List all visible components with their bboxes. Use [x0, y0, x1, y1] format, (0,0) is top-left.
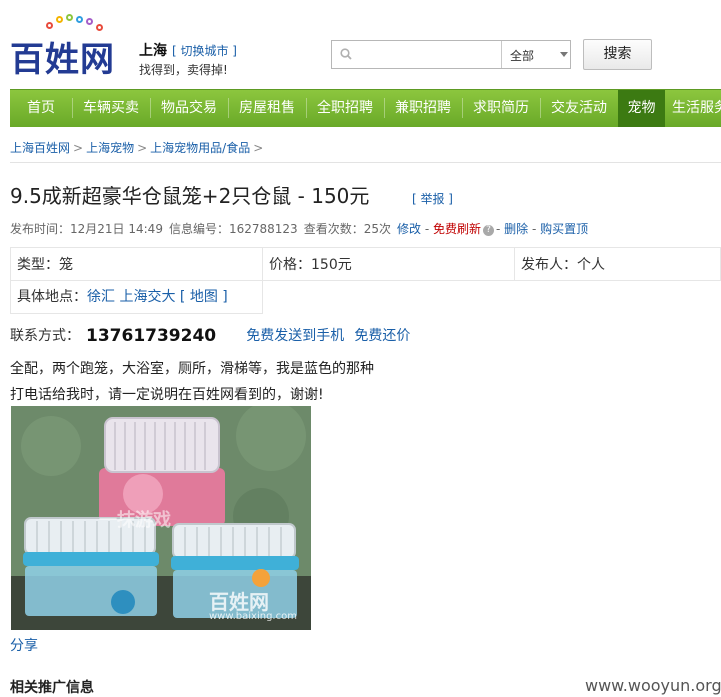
contact-label: 联系方式： — [10, 328, 80, 344]
free-refresh-link[interactable]: 免费刷新 — [433, 222, 481, 236]
listing-photo[interactable]: 一抹游戏 百姓网 www.baixing.com — [11, 406, 311, 630]
search-divider — [501, 41, 502, 68]
site-watermark: www.wooyun.org — [585, 676, 721, 695]
buy-top-link[interactable]: 购买置顶 — [540, 222, 588, 236]
type-cell: 类型：笼 — [10, 247, 263, 281]
location-district-link[interactable]: 徐汇 — [87, 289, 115, 305]
nav-item-housing[interactable]: 房屋租售 — [228, 90, 306, 127]
nav-item-services[interactable]: 生活服务 — [672, 90, 721, 127]
description-line: 全配，两个跑笼，大浴室，厕所，滑梯等，我是蓝色的那种 — [10, 361, 374, 377]
breadcrumb-separator: > — [73, 141, 84, 155]
share-link[interactable]: 分享 — [10, 635, 38, 655]
location-label: 具体地点： — [17, 289, 87, 305]
nav-item-resumes[interactable]: 求职简历 — [462, 90, 540, 127]
nav-item-pets[interactable]: 宠物 — [618, 90, 665, 127]
delete-link[interactable]: 删除 — [504, 222, 528, 236]
nav-item-fulltime-jobs[interactable]: 全职招聘 — [306, 90, 384, 127]
listing-meta: 发布时间：12月21日 14:49 信息编号：162788123 查看次数：25次修… — [10, 222, 589, 236]
views-label: 查看次数： — [303, 222, 364, 236]
listing-title: 9.5成新超豪华仓鼠笼+2只仓鼠 - 150元 — [10, 184, 370, 208]
logo-text: 百姓网 — [10, 40, 115, 80]
nav-item-social[interactable]: 交友活动 — [540, 90, 618, 127]
contact-row: 联系方式： 13761739240 免费发送到手机 免费还价 — [10, 325, 410, 346]
switch-city-link[interactable]: [ 切换城市 ] — [172, 42, 237, 59]
breadcrumb-link-pet-supplies[interactable]: 上海宠物用品/食品 — [150, 141, 250, 155]
nav-item-vehicles[interactable]: 车辆买卖 — [72, 90, 150, 127]
slogan: 找得到，卖得掉! — [139, 63, 228, 77]
edit-link[interactable]: 修改 — [397, 222, 421, 236]
listing-id: 162788123 — [228, 222, 298, 236]
breadcrumb-link-home[interactable]: 上海百姓网 — [10, 141, 70, 155]
nav-item-home[interactable]: 首页 — [10, 90, 72, 127]
search-button[interactable]: 搜索 — [583, 39, 652, 70]
map-link[interactable]: [ 地图 ] — [180, 289, 228, 305]
current-city: 上海 — [139, 43, 167, 59]
post-time: 12月21日 14:49 — [70, 222, 163, 236]
listing-id-label: 信息编号： — [168, 222, 229, 236]
send-to-phone-link[interactable]: 免费发送到手机 — [246, 328, 344, 344]
header: 百姓网 上海 [ 切换城市 ] 找得到，卖得掉! 全部 搜索 — [0, 0, 721, 88]
bargain-link[interactable]: 免费还价 — [354, 328, 410, 344]
main-nav: 首页 车辆买卖 物品交易 房屋租售 全职招聘 兼职招聘 求职简历 交友活动 宠物… — [10, 89, 721, 127]
views-count: 25次 — [363, 222, 391, 236]
location-place-link[interactable]: 上海交大 — [119, 289, 175, 305]
nav-item-goods[interactable]: 物品交易 — [150, 90, 228, 127]
help-icon[interactable]: ? — [482, 225, 494, 236]
related-section-title: 相关推广信息 — [10, 680, 94, 696]
search-box: 全部 — [331, 40, 571, 69]
description-line: 打电话给我时，请一定说明在百姓网看到的，谢谢! — [10, 387, 324, 403]
category-select[interactable]: 全部 — [510, 47, 534, 64]
breadcrumb-link-pets[interactable]: 上海宠物 — [86, 141, 134, 155]
nav-item-parttime-jobs[interactable]: 兼职招聘 — [384, 90, 462, 127]
divider — [10, 162, 721, 163]
photo-watermark-url: www.baixing.com — [209, 611, 297, 622]
baixing-logo[interactable]: 百姓网 — [10, 14, 134, 80]
search-input[interactable] — [356, 44, 500, 67]
phone-number: 13761739240 — [86, 326, 217, 346]
poster-cell: 发布人：个人 — [514, 247, 721, 281]
location-cell: 具体地点：徐汇 上海交大 [ 地图 ] — [10, 280, 263, 314]
breadcrumb-separator: > — [253, 141, 264, 155]
chevron-down-icon[interactable] — [560, 52, 568, 57]
report-link[interactable]: [ 举报 ] — [412, 190, 453, 207]
photo-watermark-top: 一抹游戏 — [99, 510, 171, 531]
breadcrumb: 上海百姓网 > 上海宠物 > 上海宠物用品/食品 > — [10, 139, 266, 156]
post-time-label: 发布时间： — [10, 222, 71, 236]
search-icon — [340, 48, 352, 60]
breadcrumb-separator: > — [137, 141, 148, 155]
price-cell: 价格：150元 — [262, 247, 515, 281]
